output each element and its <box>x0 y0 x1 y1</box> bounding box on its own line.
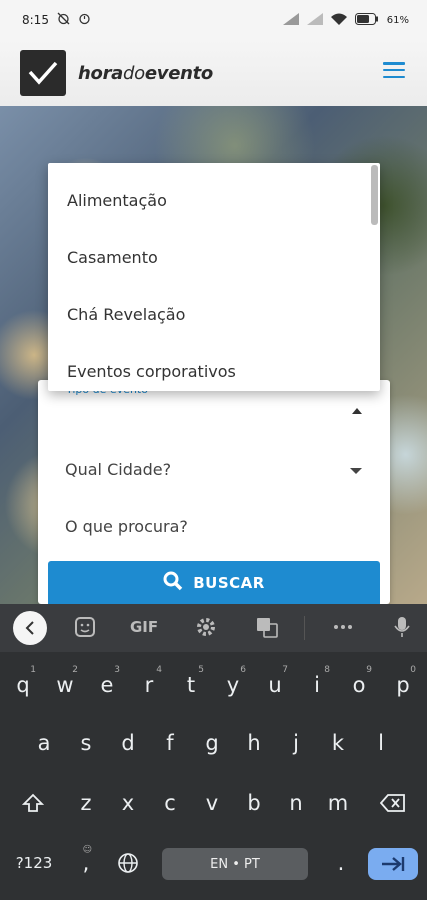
key[interactable]: i8 <box>298 660 336 710</box>
signal-icon <box>282 12 299 28</box>
toolbar-divider <box>304 616 305 640</box>
buscar-button[interactable]: BUSCAR <box>48 561 380 604</box>
chevron-up-icon[interactable] <box>352 408 362 414</box>
wifi-icon <box>330 13 347 28</box>
globe-icon[interactable] <box>109 838 147 888</box>
search-form: Tipo de evento Qual Cidade? O que procur… <box>38 380 390 604</box>
key[interactable]: l <box>362 718 400 768</box>
status-bar: 8:15 61% <box>0 0 427 40</box>
brand-name: horadoevento <box>78 62 213 84</box>
key[interactable]: p0 <box>384 660 422 710</box>
alarm-icon <box>78 12 91 28</box>
mic-icon[interactable] <box>394 616 410 642</box>
battery-percent: 61% <box>386 14 409 26</box>
key[interactable]: e3 <box>88 660 126 710</box>
key[interactable]: v <box>193 778 231 828</box>
key[interactable]: d <box>109 718 147 768</box>
key[interactable]: z <box>67 778 105 828</box>
signal-icon <box>306 12 323 28</box>
key[interactable]: x <box>109 778 147 828</box>
procura-input[interactable]: O que procura? <box>65 517 188 536</box>
key[interactable]: f <box>151 718 189 768</box>
soft-keyboard: GIF q1 w2 e3 r4 t5 y6 u7 i8 o9 p0 a s d … <box>0 604 427 900</box>
key[interactable]: r4 <box>130 660 168 710</box>
space-key[interactable]: EN • PT <box>162 848 308 880</box>
key[interactable]: j <box>277 718 315 768</box>
more-icon[interactable] <box>332 616 354 642</box>
back-icon[interactable] <box>13 611 47 645</box>
dropdown-option[interactable]: Casamento <box>67 248 158 267</box>
key[interactable]: n <box>277 778 315 828</box>
key[interactable]: h <box>235 718 273 768</box>
menu-icon[interactable] <box>383 62 405 78</box>
enter-icon[interactable] <box>368 848 418 880</box>
emoji-icon: ☺ <box>82 845 92 855</box>
key[interactable]: y6 <box>214 660 252 710</box>
chevron-down-icon[interactable] <box>350 468 362 474</box>
dropdown-option[interactable]: Alimentação <box>67 191 167 210</box>
logo[interactable] <box>20 50 66 96</box>
buscar-label: BUSCAR <box>193 573 265 592</box>
key[interactable]: a <box>25 718 63 768</box>
key[interactable]: q1 <box>4 660 42 710</box>
key[interactable]: w2 <box>46 660 84 710</box>
cidade-select[interactable]: Qual Cidade? <box>65 460 171 479</box>
key[interactable]: b <box>235 778 273 828</box>
battery-icon <box>354 12 379 28</box>
key[interactable]: s <box>67 718 105 768</box>
dropdown-scrollbar[interactable] <box>371 165 378 225</box>
key[interactable]: u7 <box>256 660 294 710</box>
key[interactable]: m <box>319 778 357 828</box>
key[interactable]: o9 <box>340 660 378 710</box>
backspace-icon[interactable] <box>374 778 412 828</box>
key[interactable]: t5 <box>172 660 210 710</box>
gif-button[interactable]: GIF <box>130 618 158 636</box>
settings-icon[interactable] <box>195 616 217 642</box>
key[interactable]: k <box>319 718 357 768</box>
shift-icon[interactable] <box>14 778 52 828</box>
keyboard-toolbar: GIF <box>0 604 427 652</box>
translate-icon[interactable] <box>256 616 278 642</box>
dropdown-option[interactable]: Eventos corporativos <box>67 362 236 381</box>
period-key[interactable]: . <box>322 838 360 888</box>
tipo-evento-dropdown[interactable]: Alimentação Casamento Chá Revelação Even… <box>48 163 380 391</box>
search-icon <box>163 571 183 595</box>
sticker-icon[interactable] <box>74 616 96 642</box>
comma-key[interactable]: , ☺ <box>67 838 105 888</box>
key[interactable]: g <box>193 718 231 768</box>
app-header: horadoevento <box>0 40 427 106</box>
dropdown-option[interactable]: Chá Revelação <box>67 305 185 324</box>
symbols-key[interactable]: ?123 <box>10 838 58 888</box>
status-time: 8:15 <box>22 13 49 27</box>
key[interactable]: c <box>151 778 189 828</box>
alarm-off-icon <box>57 12 70 28</box>
